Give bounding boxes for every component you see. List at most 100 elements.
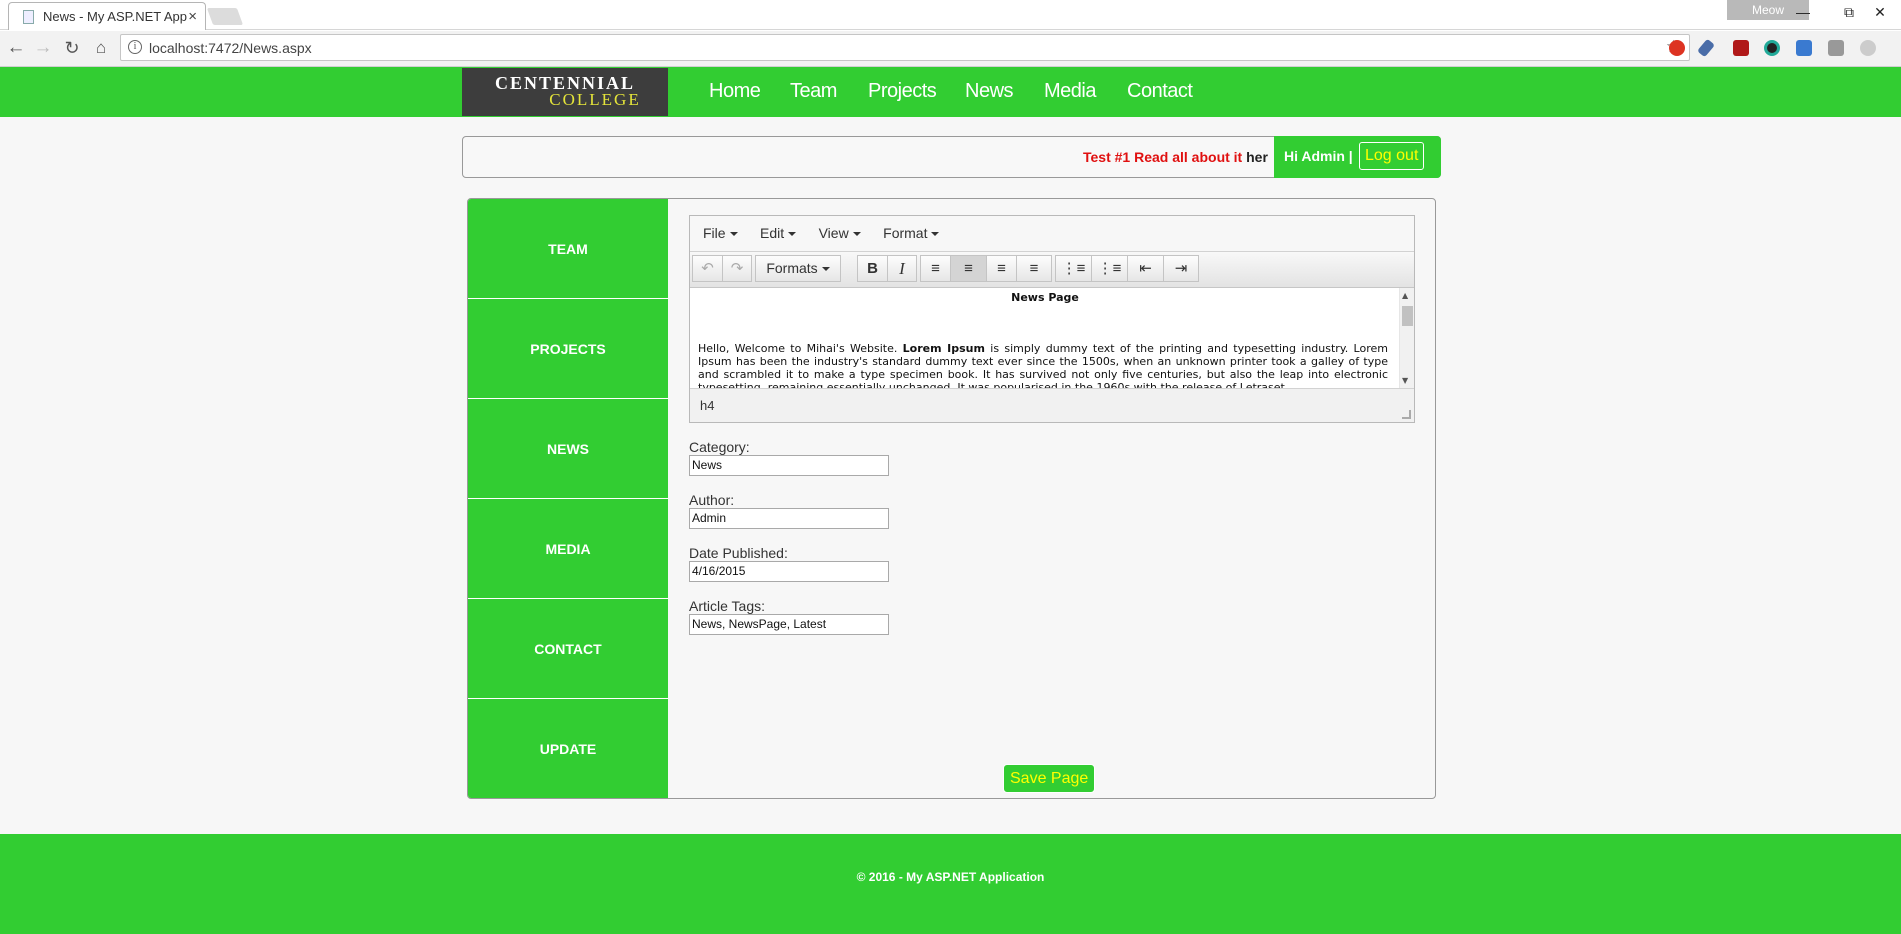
menu-edit[interactable]: Edit [760, 225, 797, 241]
forward-icon[interactable]: → [32, 36, 54, 60]
footer-text: © 2016 - My ASP.NET Application [856, 870, 1045, 884]
news-ticker: Test #1 Read all about it her [1083, 149, 1268, 165]
nav-link-media[interactable]: Media [1044, 80, 1096, 103]
menu-view-label: View [818, 225, 849, 241]
greeting-text: Hi Admin | [1284, 148, 1353, 164]
date-published-field[interactable]: 4/16/2015 [689, 561, 889, 582]
pdf-extension-icon[interactable] [1733, 40, 1749, 56]
sidebar-item-team[interactable]: TEAM [468, 199, 668, 299]
site-footer: © 2016 - My ASP.NET Application [0, 834, 1901, 934]
nav-link-news[interactable]: News [965, 80, 1014, 103]
editor-content-area[interactable]: News Page Hello, Welcome to Mihai's Webs… [690, 288, 1414, 389]
nav-link-contact[interactable]: Contact [1127, 80, 1193, 103]
sidebar-item-media[interactable]: MEDIA [468, 499, 668, 599]
address-bar[interactable]: i localhost:7472/News.aspx ☆ [120, 34, 1690, 61]
info-icon[interactable]: i [128, 40, 142, 54]
sidebar-item-news[interactable]: NEWS [468, 399, 668, 499]
editor-menubar: File Edit View Format [690, 216, 1414, 252]
content-body: Hello, Welcome to Mihai's Website. Lorem… [698, 342, 1388, 388]
reload-icon[interactable]: ↻ [61, 36, 83, 60]
sidebar-item-projects[interactable]: PROJECTS [468, 299, 668, 399]
news-ticker-bar: Test #1 Read all about it her Hi Admin |… [462, 136, 1441, 178]
ticker-text: Test #1 Read all about it [1083, 149, 1243, 165]
tab-close-icon[interactable]: × [188, 8, 197, 25]
resize-handle-icon[interactable] [1402, 410, 1411, 419]
scroll-down-icon[interactable]: ▼ [1402, 376, 1408, 385]
caret-down-icon [788, 232, 797, 236]
align-center-icon[interactable]: ≡ [950, 255, 986, 282]
eyedropper-extension-icon[interactable] [1697, 38, 1715, 58]
article-tags-label: Article Tags: [689, 598, 765, 614]
menu-view[interactable]: View [819, 225, 861, 241]
nav-link-projects[interactable]: Projects [868, 80, 937, 103]
ticker-tail-text: her [1246, 149, 1268, 165]
download-extension-icon[interactable] [1796, 40, 1812, 56]
editor-statusbar: h4 [690, 389, 1414, 422]
page-favicon-icon [23, 10, 34, 24]
user-box: Hi Admin | Log out [1274, 136, 1441, 178]
nav-link-team[interactable]: Team [790, 80, 837, 103]
formats-label: Formats [766, 260, 818, 276]
tab-title: News - My ASP.NET App [43, 9, 188, 24]
category-field[interactable]: News [689, 455, 889, 476]
back-icon[interactable]: ← [5, 36, 27, 60]
logo-text-line2: COLLEGE [549, 90, 641, 109]
browser-window: News - My ASP.NET App × Meow — ⧉ ✕ ← → ↻… [0, 0, 1901, 934]
align-left-icon[interactable]: ≡ [920, 255, 950, 282]
sidebar-item-contact[interactable]: CONTACT [468, 599, 668, 699]
author-field[interactable]: Admin [689, 508, 889, 529]
new-tab-button[interactable] [206, 8, 244, 25]
menu-file-label: File [703, 225, 726, 241]
college-logo[interactable]: CENTENNIAL COLLEGE [462, 68, 668, 116]
shield-extension-icon[interactable] [1860, 40, 1876, 56]
web-page: CENTENNIAL COLLEGE Home Team Projects Ne… [0, 67, 1901, 934]
browser-toolbar: ← → ↻ ⌂ i localhost:7472/News.aspx ☆ [0, 31, 1901, 67]
generic-extension-icon[interactable] [1828, 40, 1844, 56]
menu-file[interactable]: File [703, 225, 738, 241]
logout-button[interactable]: Log out [1359, 142, 1425, 170]
menu-format-label: Format [883, 225, 928, 241]
url-text[interactable]: localhost:7472/News.aspx [149, 40, 312, 56]
undo-icon[interactable]: ↶ [692, 255, 722, 282]
color-extension-icon[interactable] [1764, 40, 1780, 56]
browser-tab[interactable]: News - My ASP.NET App × [8, 2, 206, 30]
rich-text-editor: File Edit View Format ↶ ↷ Formats B I ≡ … [689, 215, 1415, 423]
italic-icon[interactable]: I [887, 255, 917, 282]
scroll-up-icon[interactable]: ▲ [1402, 291, 1408, 300]
align-justify-icon[interactable]: ≡ [1016, 255, 1052, 282]
redo-icon[interactable]: ↷ [722, 255, 752, 282]
sidebar: TEAM PROJECTS NEWS MEDIA CONTACT UPDATE [468, 199, 668, 798]
caret-down-icon [852, 232, 861, 236]
sidebar-item-update[interactable]: UPDATE [468, 699, 668, 798]
caret-down-icon [729, 232, 738, 236]
element-path[interactable]: h4 [700, 398, 714, 413]
tab-strip: News - My ASP.NET App × Meow — ⧉ ✕ [0, 0, 1901, 30]
align-right-icon[interactable]: ≡ [986, 255, 1016, 282]
restore-icon[interactable]: ⧉ [1837, 4, 1861, 24]
minimize-icon[interactable]: — [1791, 4, 1815, 24]
content-intro: Hello, Welcome to Mihai's Website. [698, 342, 898, 355]
nav-link-home[interactable]: Home [709, 80, 761, 103]
date-published-label: Date Published: [689, 545, 788, 561]
content-bold-text: Lorem Ipsum [902, 342, 985, 355]
menu-edit-label: Edit [760, 225, 785, 241]
site-navbar: CENTENNIAL COLLEGE Home Team Projects Ne… [0, 67, 1901, 117]
bold-icon[interactable]: B [857, 255, 887, 282]
numbered-list-icon[interactable]: ⋮≡ [1091, 255, 1127, 282]
window-close-icon[interactable]: ✕ [1868, 4, 1892, 24]
formats-dropdown[interactable]: Formats [755, 255, 841, 282]
content-title: News Page [1011, 291, 1079, 304]
editor-toolbar: ↶ ↷ Formats B I ≡ ≡ ≡ ≡ ⋮≡ ⋮≡ ⇤ ⇥ [690, 252, 1414, 288]
outdent-icon[interactable]: ⇤ [1127, 255, 1163, 282]
adblock-extension-icon[interactable] [1669, 40, 1685, 56]
bullet-list-icon[interactable]: ⋮≡ [1055, 255, 1091, 282]
author-label: Author: [689, 492, 735, 508]
save-page-button[interactable]: Save Page [1003, 764, 1096, 793]
menu-format[interactable]: Format [883, 225, 940, 241]
scrollbar-thumb[interactable] [1402, 306, 1413, 326]
home-icon[interactable]: ⌂ [90, 36, 112, 60]
indent-icon[interactable]: ⇥ [1163, 255, 1199, 282]
article-tags-field[interactable]: News, NewsPage, Latest [689, 614, 889, 635]
category-label: Category: [689, 439, 750, 455]
content-scrollbar[interactable]: ▲ ▼ [1399, 288, 1414, 388]
